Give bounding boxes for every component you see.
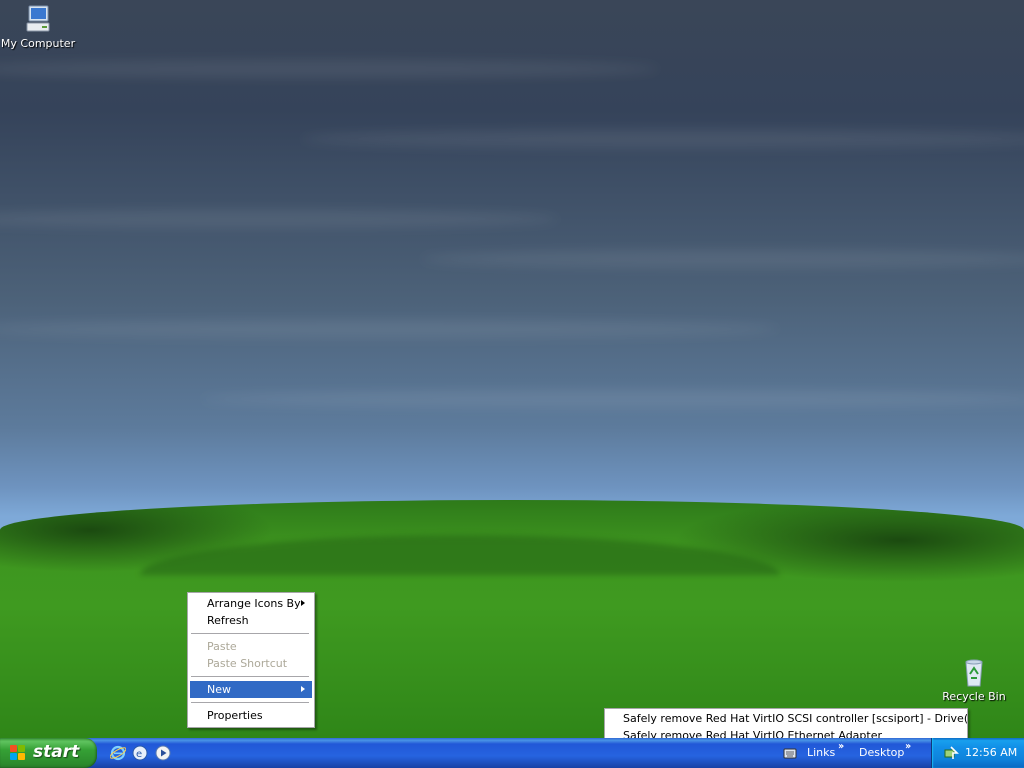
menu-separator [191, 633, 309, 634]
sky-cloud [0, 60, 660, 78]
menu-item-arrange-icons-by[interactable]: Arrange Icons By [190, 595, 312, 612]
menu-item-label: Properties [207, 709, 263, 722]
menu-item-refresh[interactable]: Refresh [190, 612, 312, 629]
safely-remove-hardware-icon[interactable] [943, 745, 959, 761]
desktop-context-menu: Arrange Icons By Refresh Paste Paste Sho… [187, 592, 315, 728]
my-computer-icon [22, 3, 54, 35]
menu-item-label: Paste [207, 640, 237, 653]
internet-explorer-icon[interactable] [109, 745, 127, 761]
desktop-icon-label: My Computer [0, 37, 76, 50]
sky-cloud [300, 130, 1024, 148]
taskbar: start e Links ›› Desktop ›› 12:56 AM [0, 738, 1024, 768]
windows-logo-icon [10, 745, 26, 761]
submenu-arrow-icon [301, 686, 305, 692]
start-label: start [33, 742, 80, 762]
toolbar-desktop[interactable]: Desktop [859, 746, 904, 759]
my-computer-shortcut[interactable]: My Computer [0, 3, 76, 50]
menu-item-label: Paste Shortcut [207, 657, 288, 670]
menu-item-paste: Paste [190, 638, 312, 655]
sky-cloud [200, 390, 1024, 408]
desktop-chevron-icon[interactable]: ›› [905, 741, 911, 752]
keyboard-icon[interactable] [783, 746, 797, 763]
desktop-background[interactable]: My Computer Recycle Bin [0, 0, 1024, 738]
safely-remove-scsi-item[interactable]: Safely remove Red Hat VirtIO SCSI contro… [623, 712, 967, 725]
menu-item-label: Refresh [207, 614, 249, 627]
menu-item-label: Arrange Icons By [207, 597, 301, 610]
recycle-bin-icon [958, 656, 990, 688]
menu-item-paste-shortcut: Paste Shortcut [190, 655, 312, 672]
sky-cloud [0, 320, 780, 338]
toolbar-links[interactable]: Links [807, 746, 835, 759]
media-player-icon[interactable] [155, 745, 171, 761]
sky-cloud [0, 210, 560, 228]
show-desktop-icon[interactable]: e [132, 745, 148, 761]
recycle-bin-shortcut[interactable]: Recycle Bin [936, 656, 1012, 703]
menu-item-label: New [207, 683, 231, 696]
submenu-arrow-icon [301, 600, 305, 606]
start-button[interactable]: start [0, 738, 97, 768]
clock[interactable]: 12:56 AM [965, 746, 1017, 759]
links-chevron-icon[interactable]: ›› [838, 741, 844, 752]
desktop-icon-label: Recycle Bin [942, 690, 1006, 703]
menu-separator [191, 676, 309, 677]
system-tray: 12:56 AM [931, 738, 1024, 768]
menu-item-properties[interactable]: Properties [190, 707, 312, 724]
menu-separator [191, 702, 309, 703]
sky-cloud [420, 250, 1024, 268]
menu-item-new[interactable]: New [190, 681, 312, 698]
svg-text:e: e [136, 749, 142, 760]
